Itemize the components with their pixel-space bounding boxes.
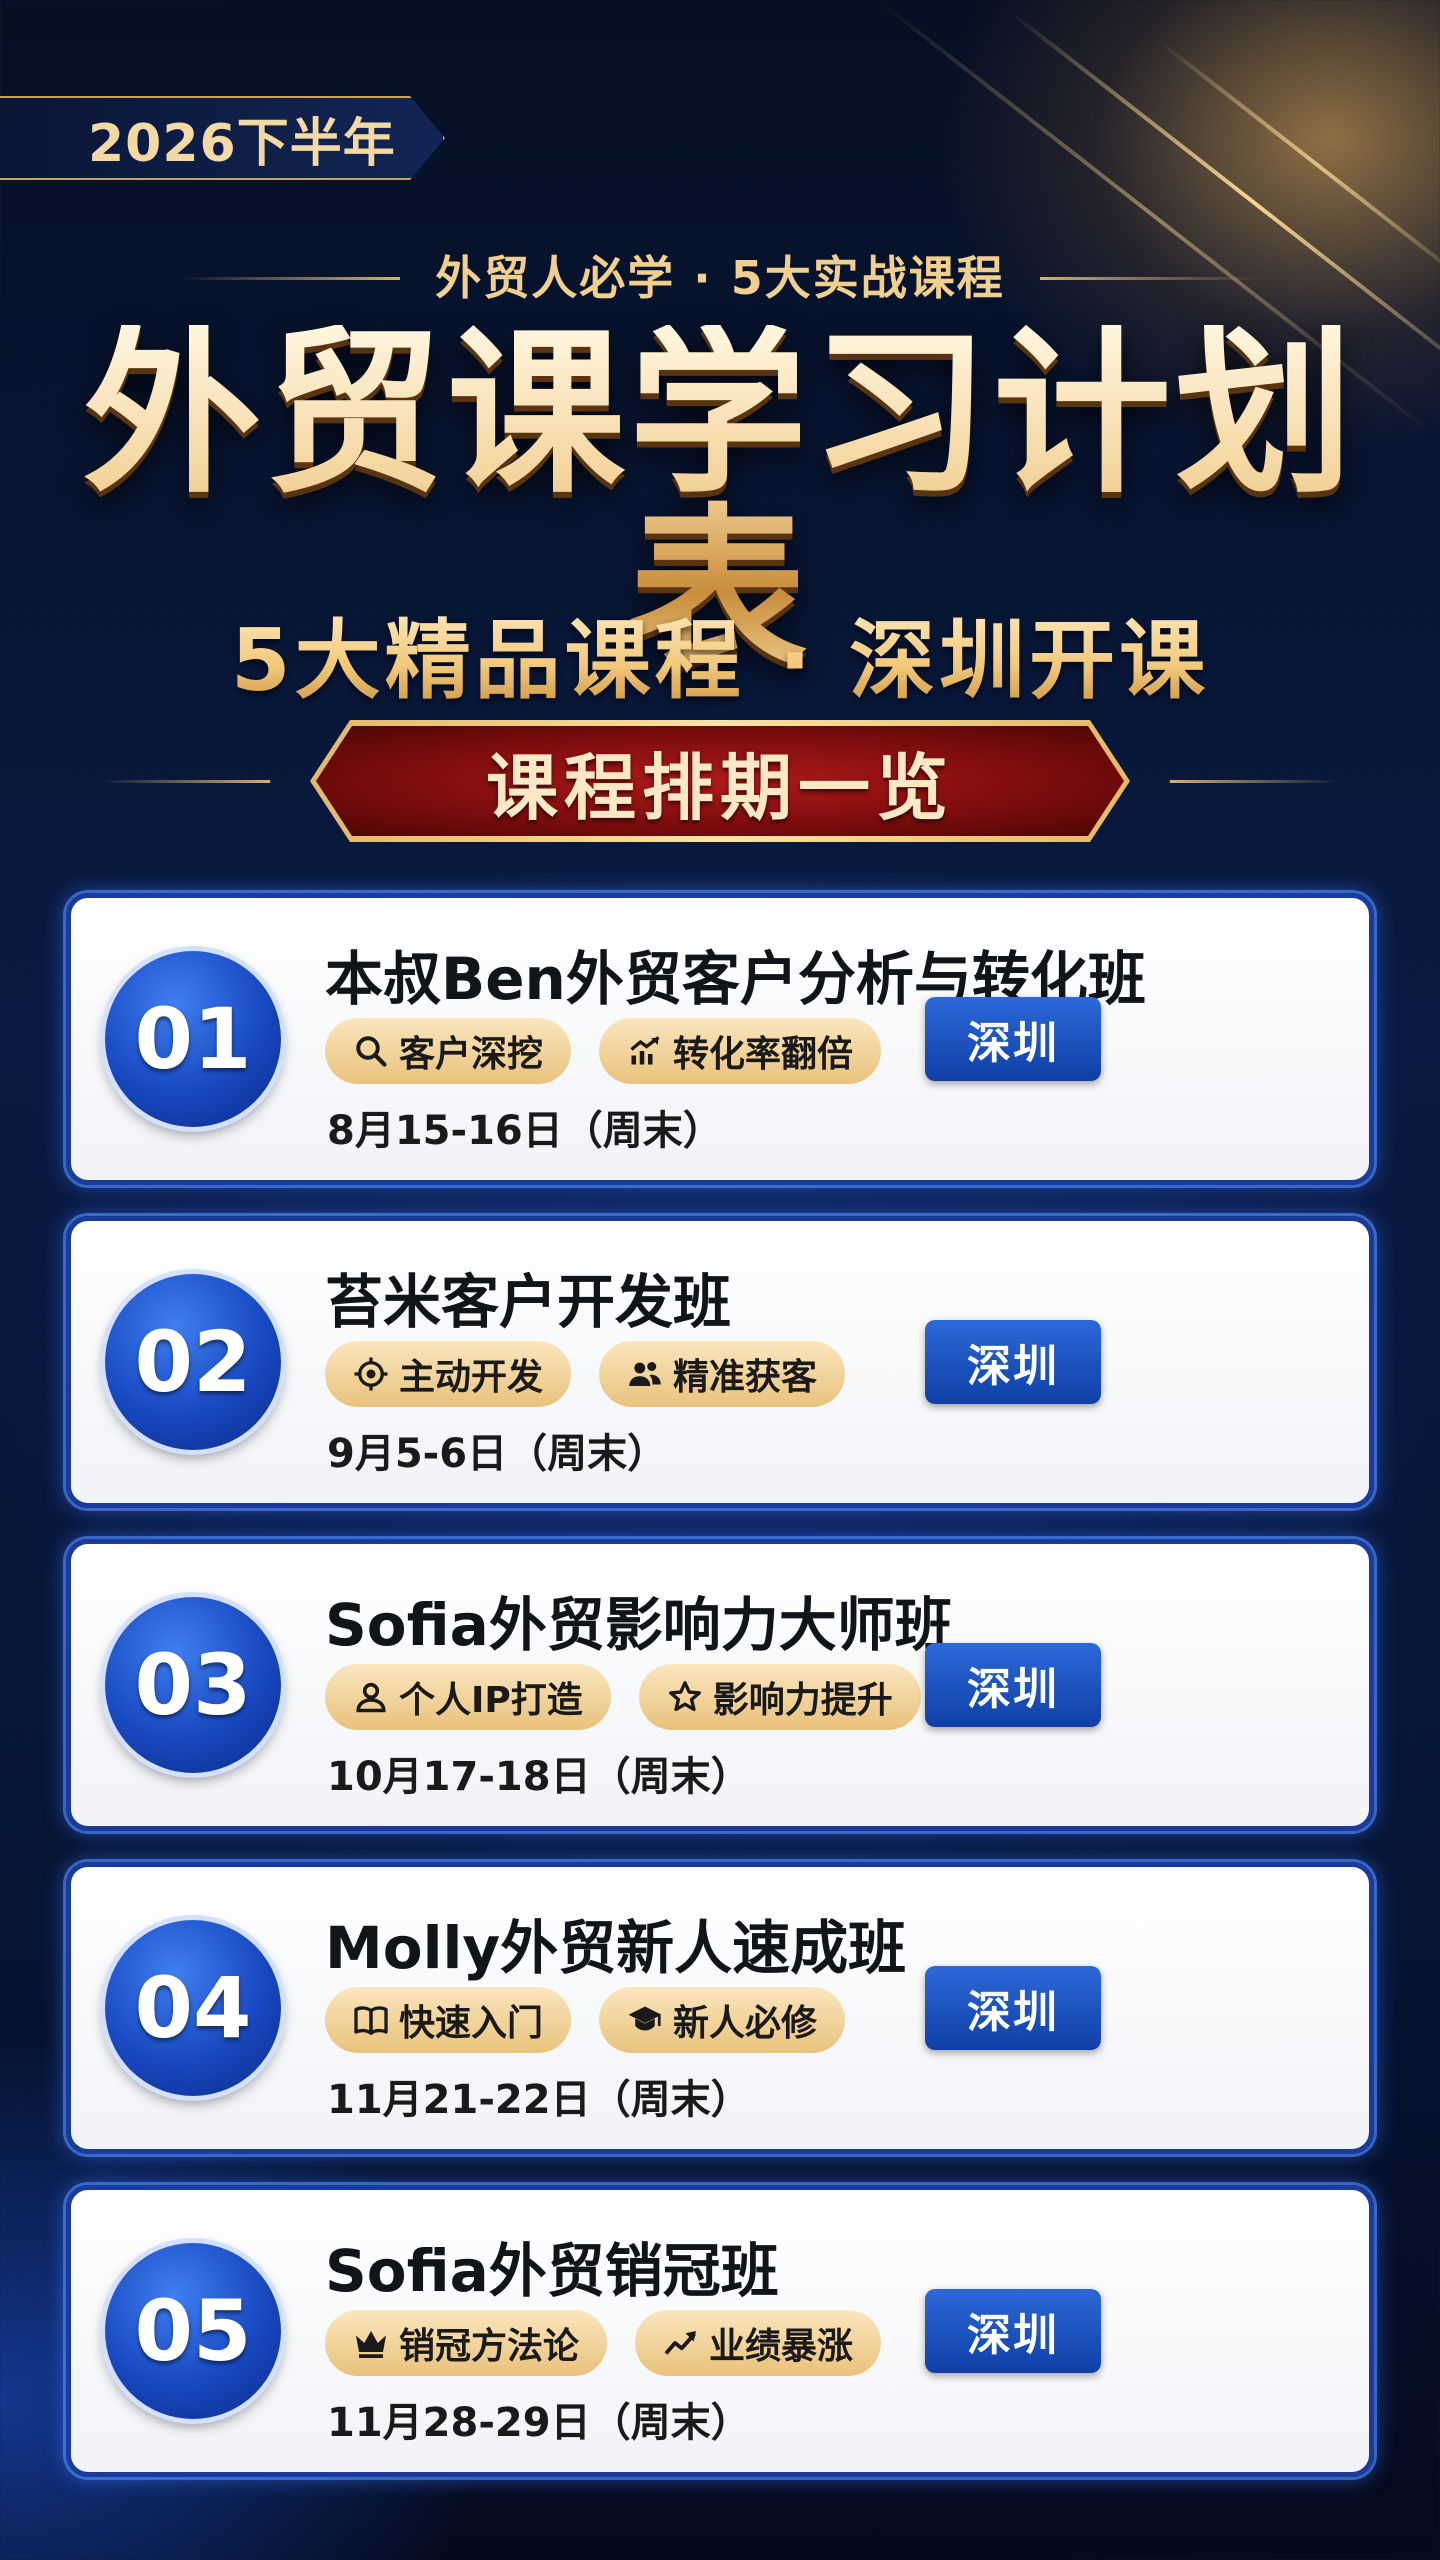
users-icon	[627, 1356, 663, 1392]
course-tag-label: 销冠方法论	[399, 2326, 580, 2367]
banner-right-line	[1170, 780, 1340, 783]
course-tag: 业绩暴涨	[635, 2310, 882, 2376]
city-button[interactable]: 深圳	[925, 1320, 1101, 1404]
course-tag: 影响力提升	[638, 1664, 921, 1730]
city-button[interactable]: 深圳	[925, 1966, 1101, 2050]
course-tag-label: 快速入门	[399, 2003, 544, 2044]
course-date: 11月28-29日（周末）	[327, 2400, 751, 2446]
course-tags: 客户深挖 转化率翻倍	[325, 1018, 882, 1084]
course-card[interactable]: 01 本叔Ben外贸客户分析与转化班 客户深挖 转化率翻倍 8月15-16日（周末） 深圳	[66, 893, 1374, 1185]
course-tags: 快速入门 新人必修	[325, 1987, 846, 2053]
course-tag: 精准获客	[599, 1341, 846, 1407]
course-date: 9月5-6日（周末）	[327, 1431, 668, 1477]
course-title: Sofia外贸影响力大师班	[325, 1591, 953, 1659]
course-card[interactable]: 05 Sofia外贸销冠班销冠方法论 业绩暴涨 11月28-29日（周末） 深圳	[66, 2185, 1374, 2477]
course-date: 11月21-22日（周末）	[327, 2077, 751, 2123]
course-tag: 销冠方法论	[325, 2310, 608, 2376]
star-icon	[667, 1679, 703, 1715]
course-tag-label: 个人IP打造	[399, 1680, 583, 1721]
course-card[interactable]: 02 苔米客户开发班 主动开发 精准获客 9月5-6日（周末） 深圳	[66, 1216, 1374, 1508]
course-card[interactable]: 04 Molly外贸新人速成班快速入门 新人必修 11月21-22日（周末） 深圳	[66, 1862, 1374, 2154]
graduation-cap-icon	[627, 2002, 663, 2038]
course-tag-label: 主动开发	[399, 1357, 544, 1398]
course-tag: 客户深挖	[325, 1018, 572, 1084]
course-tag-label: 业绩暴涨	[709, 2326, 854, 2367]
course-number-badge: 04	[105, 1920, 281, 2096]
course-tag-label: 转化率翻倍	[673, 1034, 854, 1075]
course-tags: 个人IP打造 影响力提升	[325, 1664, 921, 1730]
year-badge: 2026下半年	[0, 96, 445, 180]
tagline: 外贸人必学 · 5大实战课程	[435, 251, 1005, 305]
course-tag-label: 影响力提升	[712, 1680, 893, 1721]
chart-up-icon	[627, 1033, 663, 1069]
year-badge-label: 2026下半年	[88, 113, 396, 174]
city-button[interactable]: 深圳	[925, 2289, 1101, 2373]
course-number-badge: 05	[105, 2243, 281, 2419]
course-tag: 快速入门	[325, 1987, 572, 2053]
course-title: Molly外贸新人速成班	[325, 1914, 907, 1982]
course-tag-label: 精准获客	[673, 1357, 818, 1398]
city-button[interactable]: 深圳	[925, 997, 1101, 1081]
search-icon	[353, 1033, 389, 1069]
trend-up-icon	[663, 2325, 699, 2361]
course-tag: 转化率翻倍	[599, 1018, 882, 1084]
course-tag-label: 新人必修	[673, 2003, 818, 2044]
course-card[interactable]: 03 Sofia外贸影响力大师班个人IP打造 影响力提升 10月17-18日（周末） 深…	[66, 1539, 1374, 1831]
course-tag-label: 客户深挖	[399, 1034, 544, 1075]
page-subtitle: 5大精品课程 · 深圳开课	[0, 590, 1440, 715]
course-tag: 新人必修	[599, 1987, 846, 2053]
section-banner: 课程排期一览	[310, 720, 1130, 842]
course-title: 苔米客户开发班	[325, 1268, 732, 1336]
course-tags: 主动开发 精准获客	[325, 1341, 846, 1407]
course-tags: 销冠方法论 业绩暴涨	[325, 2310, 882, 2376]
section-banner-label: 课程排期一览	[316, 726, 1124, 836]
crown-icon	[353, 2325, 389, 2361]
target-icon	[353, 1356, 389, 1392]
book-icon	[353, 2002, 389, 2038]
course-date: 10月17-18日（周末）	[327, 1754, 751, 1800]
course-number-badge: 02	[105, 1274, 281, 1450]
person-icon	[353, 1679, 389, 1715]
course-number-badge: 01	[105, 951, 281, 1127]
course-number-badge: 03	[105, 1597, 281, 1773]
course-tag: 个人IP打造	[325, 1664, 611, 1730]
course-tag: 主动开发	[325, 1341, 572, 1407]
banner-left-line	[100, 780, 270, 783]
course-date: 8月15-16日（周末）	[327, 1108, 723, 1154]
course-title: Sofia外贸销冠班	[325, 2237, 779, 2305]
city-button[interactable]: 深圳	[925, 1643, 1101, 1727]
